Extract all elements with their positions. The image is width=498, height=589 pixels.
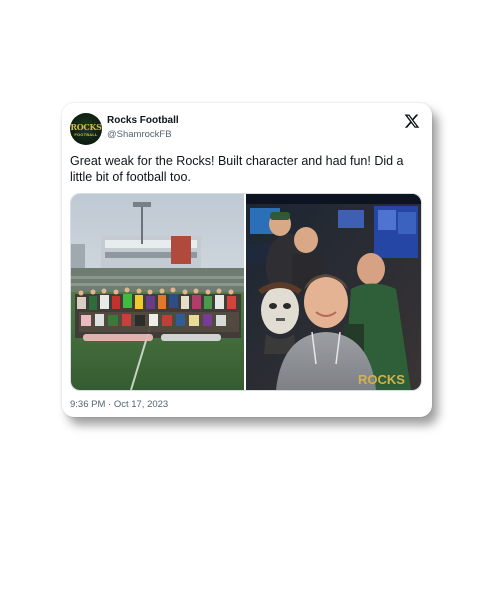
account-display-name[interactable]: Rocks Football <box>107 115 179 126</box>
tweet-text: Great weak for the Rocks! Built characte… <box>70 154 404 184</box>
avatar-logo-text: ROCKS <box>70 122 102 132</box>
selfie-photo-right[interactable]: ROCKS <box>246 194 421 390</box>
avatar-logo-subtext: FOOTBALL <box>74 132 98 137</box>
tweet-embed-card[interactable]: ROCKS FOOTBALL Rocks Football @ShamrockF… <box>62 103 432 417</box>
tweet-media-grid: ROCKS <box>70 193 422 391</box>
tweet-timestamp[interactable]: 9:36 PM · Oct 17, 2023 <box>70 399 168 410</box>
x-logo-icon[interactable] <box>404 113 420 129</box>
team-photo-left[interactable] <box>71 194 244 390</box>
avatar[interactable]: ROCKS FOOTBALL <box>70 113 102 145</box>
shirt-text: ROCKS <box>358 372 405 387</box>
account-handle[interactable]: @ShamrockFB <box>107 129 172 140</box>
